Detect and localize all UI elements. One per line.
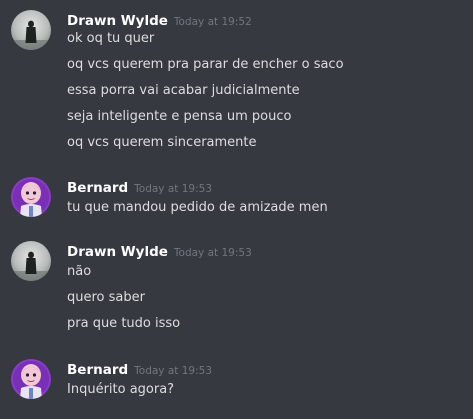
message-line: ok oq tu quer <box>67 31 155 46</box>
author-name[interactable]: Bernard <box>67 180 128 196</box>
author-name[interactable]: Drawn Wylde <box>67 13 168 29</box>
avatar[interactable] <box>11 10 51 50</box>
message-line: não <box>67 264 92 279</box>
message-line: oq vcs querem pra parar de encher o saco <box>67 57 344 72</box>
timestamp: Today at 19:53 <box>173 247 252 259</box>
message-line: seja inteligente e pensa um pouco <box>67 109 292 124</box>
message-header: Drawn Wylde Today at 19:52 <box>67 10 252 30</box>
author-name[interactable]: Drawn Wylde <box>67 244 168 260</box>
message-header: Drawn Wylde Today at 19:53 <box>67 241 252 261</box>
avatar[interactable] <box>11 241 51 281</box>
chat-messages: Drawn Wylde Today at 19:52 ok oq tu quer … <box>0 0 473 419</box>
message-header: Bernard Today at 19:53 <box>67 177 212 197</box>
message-line: essa porra vai acabar judicialmente <box>67 83 300 98</box>
message-line: quero saber <box>67 290 145 305</box>
timestamp: Today at 19:53 <box>134 183 213 195</box>
timestamp: Today at 19:53 <box>134 365 213 377</box>
message-line: tu que mandou pedido de amizade men <box>67 200 328 215</box>
message-line: pra que tudo isso <box>67 316 181 331</box>
message-line: oq vcs querem sinceramente <box>67 135 257 150</box>
author-name[interactable]: Bernard <box>67 362 128 378</box>
avatar[interactable] <box>11 359 51 399</box>
avatar[interactable] <box>11 177 51 217</box>
timestamp: Today at 19:52 <box>173 16 252 28</box>
message-line: Inquérito agora? <box>67 382 175 397</box>
message-header: Bernard Today at 19:53 <box>67 359 212 379</box>
